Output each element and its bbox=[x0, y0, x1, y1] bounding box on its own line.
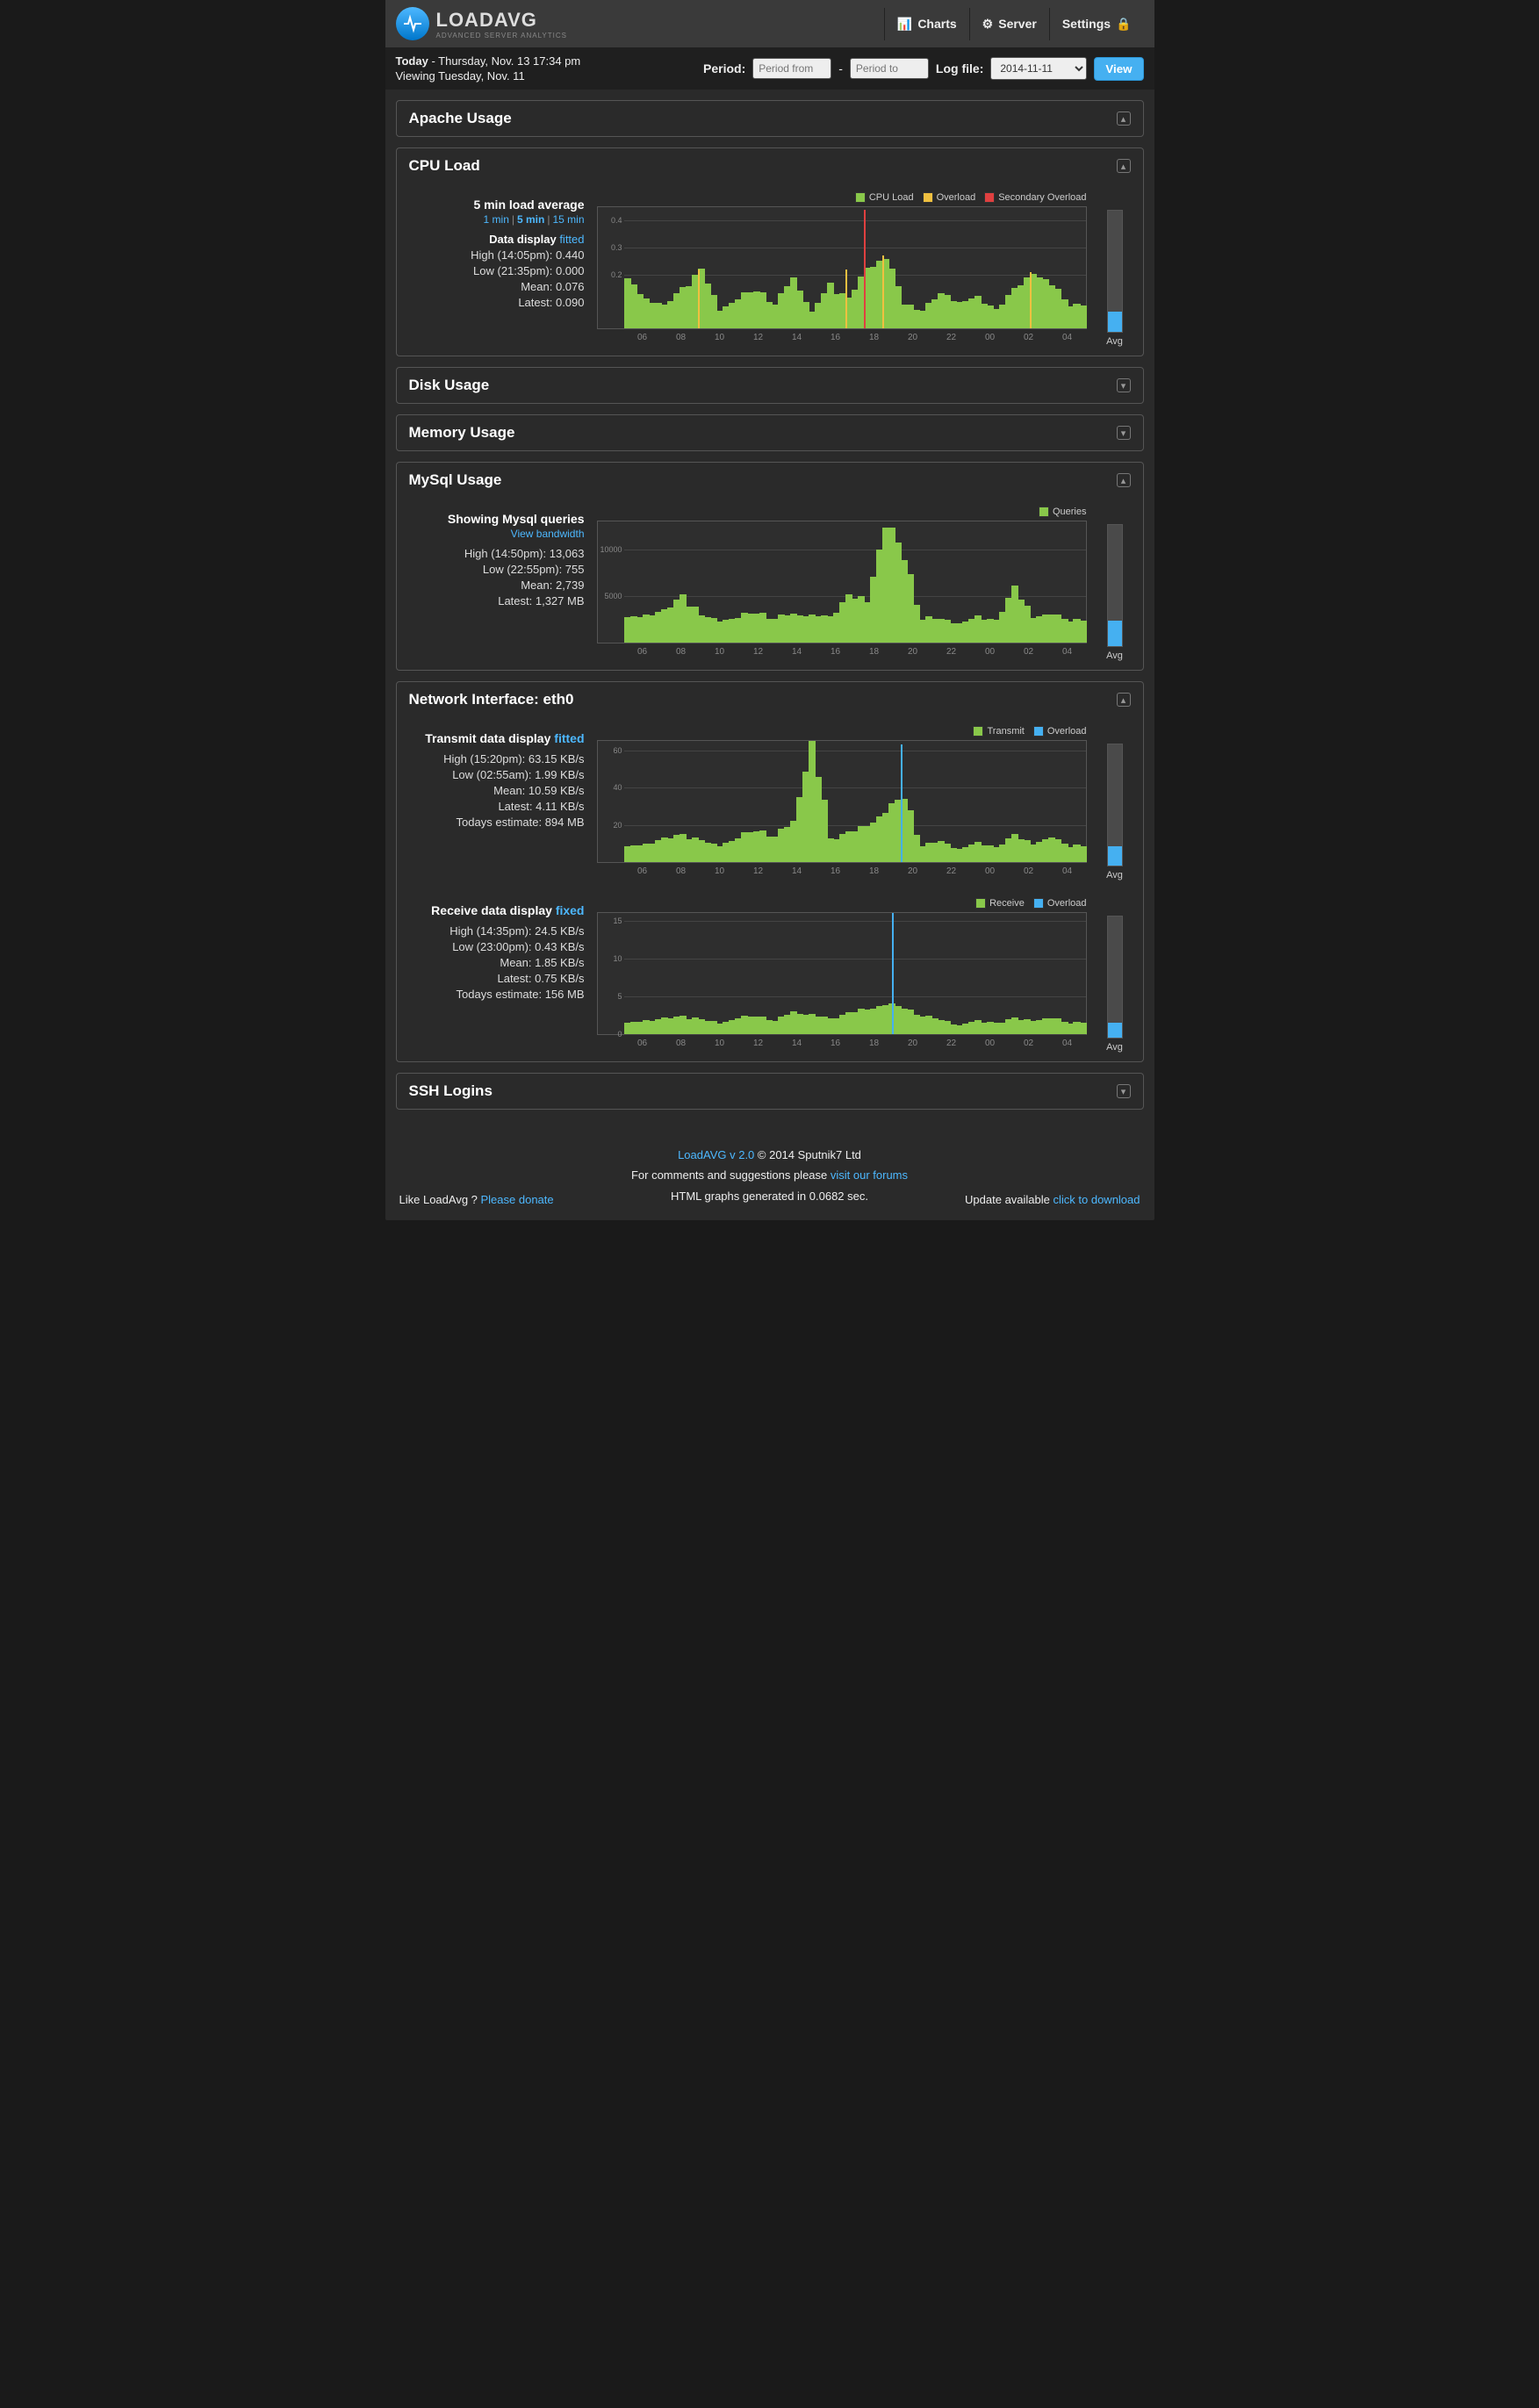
collapse-icon[interactable]: ▴ bbox=[1117, 473, 1131, 487]
topbar: LOADAVG ADVANCED SERVER ANALYTICS 📊Chart… bbox=[385, 0, 1154, 47]
footer-version-link[interactable]: LoadAVG v 2.0 bbox=[678, 1148, 754, 1161]
nav-settings[interactable]: Settings🔒 bbox=[1049, 8, 1144, 40]
link-bandwidth[interactable]: View bandwidth bbox=[511, 528, 585, 540]
link-5min[interactable]: 5 min bbox=[517, 213, 544, 226]
mysql-chart: Queries 500010000 0608101214161820220002… bbox=[597, 507, 1087, 656]
logo: LOADAVG ADVANCED SERVER ANALYTICS bbox=[396, 7, 567, 40]
viewing-line: Viewing Tuesday, Nov. 11 bbox=[396, 69, 581, 83]
footer: LoadAVG v 2.0 © 2014 Sputnik7 Ltd For co… bbox=[385, 1131, 1154, 1220]
net-rx-stats: Receive data display fixed High (14:35pm… bbox=[409, 898, 585, 1001]
chart-icon: 📊 bbox=[897, 17, 912, 32]
panel-title-disk: Disk Usage bbox=[409, 377, 490, 394]
panel-title-apache: Apache Usage bbox=[409, 110, 512, 127]
panel-title-ssh: SSH Logins bbox=[409, 1082, 493, 1100]
net-rx-chart: ReceiveOverload 051015 06081012141618202… bbox=[597, 898, 1087, 1047]
view-button[interactable]: View bbox=[1094, 57, 1143, 81]
panel-title-network: Network Interface: eth0 bbox=[409, 691, 574, 708]
mysql-stats: Showing Mysql queries View bandwidth Hig… bbox=[409, 507, 585, 607]
nav-server[interactable]: ⚙Server bbox=[969, 8, 1049, 40]
donate-link[interactable]: Please donate bbox=[481, 1193, 554, 1206]
net-tx-chart: TransmitOverload 204060 0608101214161820… bbox=[597, 726, 1087, 875]
today-line: Today - Thursday, Nov. 13 17:34 pm bbox=[396, 54, 581, 68]
cpu-chart: CPU Load Overload Secondary Overload 0.2… bbox=[597, 192, 1087, 341]
panel-title-mysql: MySql Usage bbox=[409, 471, 502, 489]
panel-cpu: CPU Load ▴ 5 min load average 1 min|5 min… bbox=[396, 147, 1144, 356]
brand-name: LOADAVG bbox=[436, 9, 567, 32]
main-nav: 📊Charts ⚙Server Settings🔒 bbox=[884, 8, 1144, 40]
cpu-stats: 5 min load average 1 min|5 min|15 min Da… bbox=[409, 192, 585, 309]
period-to-input[interactable] bbox=[850, 58, 929, 79]
pulse-icon bbox=[396, 7, 429, 40]
collapse-icon[interactable]: ▴ bbox=[1117, 159, 1131, 173]
dash: - bbox=[838, 61, 843, 75]
expand-icon[interactable]: ▾ bbox=[1117, 1084, 1131, 1098]
period-from-input[interactable] bbox=[752, 58, 831, 79]
gear-icon: ⚙ bbox=[982, 17, 994, 32]
panel-ssh: SSH Logins ▾ bbox=[396, 1073, 1144, 1110]
logfile-label: Log file: bbox=[936, 61, 983, 75]
collapse-icon[interactable]: ▴ bbox=[1117, 111, 1131, 126]
sub-header: Today - Thursday, Nov. 13 17:34 pm Viewi… bbox=[385, 47, 1154, 90]
lock-icon: 🔒 bbox=[1116, 17, 1131, 32]
panel-title-cpu: CPU Load bbox=[409, 157, 480, 175]
expand-icon[interactable]: ▾ bbox=[1117, 426, 1131, 440]
link-15min[interactable]: 15 min bbox=[552, 213, 584, 226]
panel-mysql: MySql Usage ▴ Showing Mysql queries View … bbox=[396, 462, 1144, 671]
collapse-icon[interactable]: ▴ bbox=[1117, 693, 1131, 707]
link-1min[interactable]: 1 min bbox=[484, 213, 509, 226]
nav-charts[interactable]: 📊Charts bbox=[884, 8, 969, 40]
panel-disk: Disk Usage ▾ bbox=[396, 367, 1144, 404]
net-tx-stats: Transmit data display fitted High (15:20… bbox=[409, 726, 585, 829]
panel-memory: Memory Usage ▾ bbox=[396, 414, 1144, 451]
panel-title-memory: Memory Usage bbox=[409, 424, 515, 442]
logfile-select[interactable]: 2014-11-11 bbox=[990, 57, 1087, 80]
panel-network: Network Interface: eth0 ▴ Transmit data d… bbox=[396, 681, 1144, 1062]
expand-icon[interactable]: ▾ bbox=[1117, 378, 1131, 392]
forums-link[interactable]: visit our forums bbox=[831, 1168, 908, 1182]
brand-sub: ADVANCED SERVER ANALYTICS bbox=[436, 32, 567, 40]
panel-apache: Apache Usage ▴ bbox=[396, 100, 1144, 137]
period-label: Period: bbox=[703, 61, 745, 75]
download-link[interactable]: click to download bbox=[1054, 1193, 1140, 1206]
